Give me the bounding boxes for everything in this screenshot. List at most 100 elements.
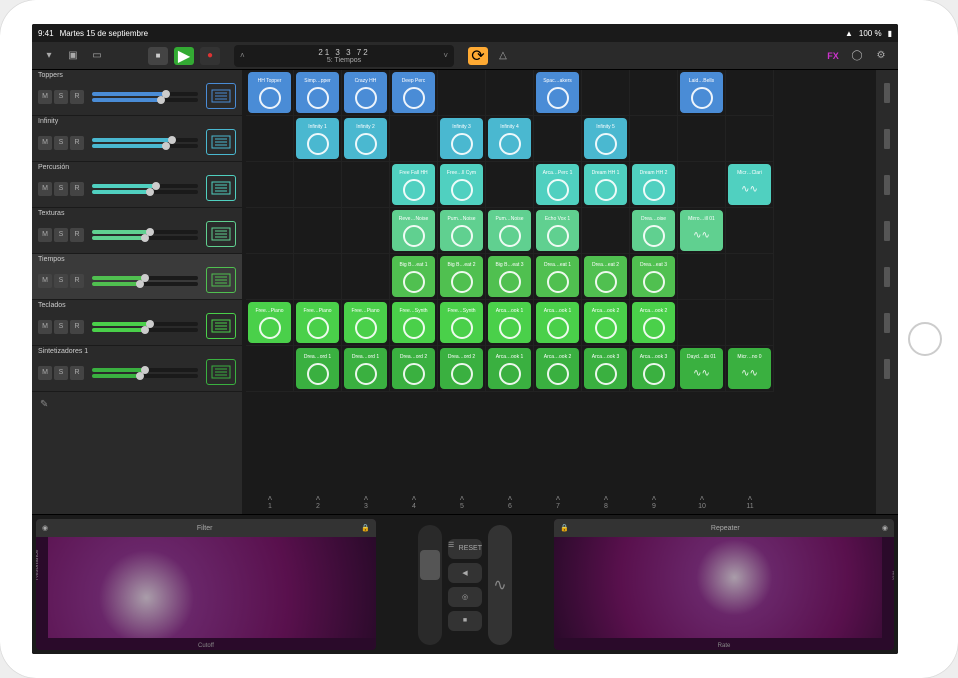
track-header[interactable]: Tiempos M S R <box>32 254 242 300</box>
right-vstrip[interactable]: ∿ <box>488 525 512 645</box>
clip-cell[interactable]: Infinity 3 <box>438 116 486 162</box>
clip[interactable]: Simp…pper <box>296 72 339 113</box>
clip[interactable]: Free…ll Cym <box>440 164 483 205</box>
loop-browser-icon[interactable]: ◯ <box>848 47 866 65</box>
track-stop-button[interactable] <box>876 346 898 392</box>
clip-cell[interactable]: Drea…ord 1 <box>342 346 390 392</box>
clip-cell[interactable]: Micr…no 0 <box>726 346 774 392</box>
clip[interactable]: Free…Synth <box>392 302 435 343</box>
scratch-button[interactable]: ◎ <box>448 587 482 607</box>
clip[interactable]: Drea…eat 1 <box>536 256 579 297</box>
scene-trigger[interactable]: ˄10 <box>678 490 726 514</box>
clip-cell[interactable]: Drea…ord 2 <box>438 346 486 392</box>
clip[interactable]: Drea…ord 1 <box>296 348 339 389</box>
track-header[interactable]: Teclados M S R <box>32 300 242 346</box>
volume-slider[interactable] <box>92 92 198 96</box>
clip-cell[interactable] <box>630 70 678 116</box>
clip-cell[interactable]: Free…Piano <box>342 300 390 346</box>
play-button[interactable]: ▶ <box>174 47 194 65</box>
cycle-button[interactable]: ⟳ <box>468 47 488 65</box>
clip-cell[interactable]: Arca…ook 1 <box>486 346 534 392</box>
clip[interactable]: Arca…ook 1 <box>488 302 531 343</box>
clip-cell[interactable] <box>342 208 390 254</box>
pan-slider[interactable] <box>92 190 198 194</box>
clip-cell[interactable]: HH Topper <box>246 70 294 116</box>
clip[interactable]: Micr…no 0 <box>728 348 771 389</box>
volume-slider[interactable] <box>92 184 198 188</box>
clip-cell[interactable] <box>726 70 774 116</box>
stop-fx-button[interactable]: ■ <box>448 611 482 631</box>
clip[interactable]: Infinity 3 <box>440 118 483 159</box>
record-enable-button[interactable]: R <box>70 136 84 150</box>
clip-cell[interactable] <box>726 116 774 162</box>
clip-cell[interactable]: Dream HH 2 <box>630 162 678 208</box>
clip[interactable]: Drea…ord 2 <box>392 348 435 389</box>
clip-cell[interactable]: Arca…ook 1 <box>486 300 534 346</box>
pan-slider[interactable] <box>92 98 198 102</box>
pan-slider[interactable] <box>92 374 198 378</box>
track-header[interactable]: Sintetizadores 1 M S R <box>32 346 242 392</box>
clip[interactable]: Arca…ook 1 <box>536 302 579 343</box>
chevron-down-icon[interactable]: ˅ <box>443 51 448 60</box>
clip[interactable]: Big B…eat 1 <box>392 256 435 297</box>
clip-cell[interactable]: Drea…oise <box>630 208 678 254</box>
record-enable-button[interactable]: R <box>70 182 84 196</box>
scene-trigger[interactable]: ˄6 <box>486 490 534 514</box>
pan-slider[interactable] <box>92 282 198 286</box>
clip-cell[interactable] <box>246 162 294 208</box>
clip-cell[interactable]: Infinity 1 <box>294 116 342 162</box>
clip-cell[interactable]: Dream HH 1 <box>582 162 630 208</box>
clip-cell[interactable]: Simp…pper <box>294 70 342 116</box>
clip[interactable]: Pum…Noise <box>440 210 483 251</box>
clip[interactable]: Free…Piano <box>248 302 291 343</box>
clip[interactable]: Infinity 2 <box>344 118 387 159</box>
clip-cell[interactable]: Drea…eat 1 <box>534 254 582 300</box>
instrument-icon[interactable] <box>206 83 236 109</box>
mute-button[interactable]: M <box>38 228 52 242</box>
instrument-icon[interactable] <box>206 267 236 293</box>
clip-cell[interactable] <box>246 208 294 254</box>
mute-button[interactable]: M <box>38 320 52 334</box>
record-button[interactable]: ● <box>200 47 220 65</box>
clip[interactable]: Infinity 1 <box>296 118 339 159</box>
inbox-icon[interactable]: ▣ <box>64 47 82 65</box>
clip-cell[interactable]: Infinity 5 <box>582 116 630 162</box>
clip-cell[interactable]: Crazy HH <box>342 70 390 116</box>
instrument-icon[interactable] <box>206 129 236 155</box>
clip[interactable]: Arca…ook 2 <box>584 302 627 343</box>
clip-cell[interactable]: Free Fall HH <box>390 162 438 208</box>
volume-slider[interactable] <box>92 276 198 280</box>
solo-button[interactable]: S <box>54 182 68 196</box>
solo-button[interactable]: S <box>54 90 68 104</box>
chevron-up-icon[interactable]: ˄ <box>240 51 245 60</box>
clip-cell[interactable] <box>678 254 726 300</box>
clip-cell[interactable] <box>726 300 774 346</box>
record-enable-button[interactable]: R <box>70 274 84 288</box>
clip[interactable]: Laid…Bells <box>680 72 723 113</box>
camera-icon[interactable]: ◉ <box>882 524 888 532</box>
track-stop-button[interactable] <box>876 116 898 162</box>
track-stop-button[interactable] <box>876 300 898 346</box>
clip-cell[interactable]: Big B…eat 2 <box>438 254 486 300</box>
clip[interactable]: Spac…akers <box>536 72 579 113</box>
clip[interactable]: Crazy HH <box>344 72 387 113</box>
record-enable-button[interactable]: R <box>70 90 84 104</box>
clip-cell[interactable]: Free…ll Cym <box>438 162 486 208</box>
clip-cell[interactable] <box>582 70 630 116</box>
clip-cell[interactable]: Drea…ord 1 <box>294 346 342 392</box>
clip-cell[interactable] <box>294 208 342 254</box>
automation-icon[interactable]: ✎ <box>32 392 242 416</box>
clip[interactable]: Free…Piano <box>344 302 387 343</box>
clip-cell[interactable] <box>630 116 678 162</box>
instrument-icon[interactable] <box>206 313 236 339</box>
volume-slider[interactable] <box>92 138 198 142</box>
reset-button[interactable]: RESET <box>459 545 482 552</box>
clip-cell[interactable]: Pum…Noise <box>438 208 486 254</box>
chevron-down-icon[interactable]: ▾ <box>40 47 58 65</box>
track-stop-button[interactable] <box>876 254 898 300</box>
solo-button[interactable]: S <box>54 228 68 242</box>
clip[interactable]: Free Fall HH <box>392 164 435 205</box>
clip[interactable]: Big B…eat 3 <box>488 256 531 297</box>
xy-surface-left[interactable] <box>48 537 376 638</box>
clip-cell[interactable]: Deep Perc <box>390 70 438 116</box>
